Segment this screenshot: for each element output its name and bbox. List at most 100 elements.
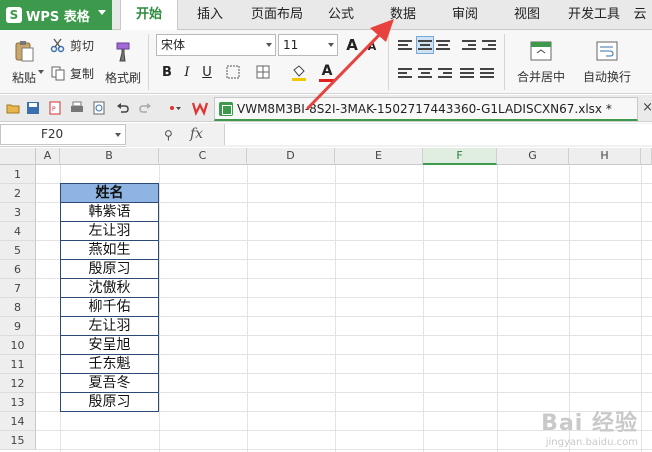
export-pdf-icon[interactable]: P [48,101,62,115]
align-bottom-button[interactable] [436,38,452,52]
border-icon [226,65,240,79]
zoom-icon[interactable]: ⚲ [164,128,173,142]
insert-function-button[interactable]: fx [190,126,203,142]
paste-button[interactable]: 粘贴 [6,34,42,90]
gridline [247,165,248,452]
name-cell[interactable]: 壬东魁 [60,355,159,374]
row-header-3[interactable]: 3 [0,203,36,222]
select-all-corner[interactable] [0,148,36,165]
name-cell[interactable]: 沈傲秋 [60,279,159,298]
close-tab-button[interactable]: × [642,100,652,115]
row-header-9[interactable]: 9 [0,317,36,336]
redo-icon[interactable] [138,101,152,115]
shrink-font-button[interactable]: A [363,38,381,56]
menu-bar: S WPS 表格 开始 插入 页面布局 公式 数据 审阅 视图 开发工具 云 [0,0,652,31]
paste-dropdown-icon[interactable] [38,70,44,74]
name-cell[interactable]: 殷原习 [60,393,159,412]
row-header-13[interactable]: 13 [0,393,36,412]
app-menu-button[interactable]: S WPS 表格 [0,0,112,30]
column-header-b[interactable]: B [60,148,159,165]
name-cell[interactable]: 柳千佑 [60,298,159,317]
merge-cells-icon [530,41,552,60]
chevron-down-icon [328,43,334,47]
watermark-url: jingyan.baidu.com [545,437,638,448]
print-icon[interactable] [70,101,84,115]
row-header-2[interactable]: 2 [0,184,36,203]
wps-home-icon[interactable] [192,100,208,116]
name-cell[interactable]: 安呈旭 [60,336,159,355]
print-preview-icon[interactable] [92,101,106,115]
italic-button[interactable]: I [178,64,196,82]
name-cell[interactable]: 燕如生 [60,241,159,260]
align-left-button[interactable] [398,66,414,80]
distribute-button[interactable] [480,66,496,80]
name-cell[interactable]: 殷原习 [60,260,159,279]
border-button[interactable] [224,64,242,82]
column-header-e[interactable]: E [335,148,423,165]
column-header-h[interactable]: H [569,148,641,165]
justify-button[interactable] [460,66,476,80]
font-color-icon: A [321,63,333,79]
cut-button[interactable]: 剪切 [50,34,100,56]
table-header-cell[interactable]: 姓名 [60,183,159,203]
row-header-6[interactable]: 6 [0,260,36,279]
app-title: WPS 表格 [26,9,90,25]
tab-developer[interactable]: 开发工具 [562,0,626,30]
underline-button[interactable]: U [198,64,216,82]
row-header-15[interactable]: 15 [0,431,36,450]
fill-color-button[interactable] [290,64,308,82]
decrease-indent-button[interactable] [462,38,478,52]
row-header-12[interactable]: 12 [0,374,36,393]
bold-button[interactable]: B [158,64,176,82]
align-top-button[interactable] [398,38,414,52]
row-header-5[interactable]: 5 [0,241,36,260]
grow-font-button[interactable]: A [343,36,361,54]
column-header-next[interactable] [641,148,652,165]
customize-toolbar-icon[interactable] [168,101,182,115]
name-cell[interactable]: 左让羽 [60,222,159,241]
tab-cloud[interactable]: 云 [628,0,652,30]
column-header-g[interactable]: G [497,148,569,165]
wrap-text-button[interactable]: 自动换行 [578,34,636,90]
align-middle-button[interactable] [416,36,434,54]
column-header-f[interactable]: F [423,148,497,165]
font-color-swatch [319,79,335,82]
wrap-text-label: 自动换行 [582,69,631,84]
column-header-a[interactable]: A [36,148,60,165]
row-header-11[interactable]: 11 [0,355,36,374]
name-cell[interactable]: 韩紫语 [60,203,159,222]
increase-indent-button[interactable] [482,38,498,52]
document-tab[interactable]: VWM8M3BI-8S2I-3MAK-1502717443360-G1LADIS… [214,97,652,121]
font-name-select[interactable]: 宋体 [156,34,276,56]
formula-input[interactable] [224,124,652,145]
font-color-button[interactable]: A [318,62,336,82]
merge-center-button[interactable]: 合并居中 [510,34,572,90]
align-right-button[interactable] [438,66,454,80]
tab-page-layout[interactable]: 页面布局 [244,0,310,30]
tab-view[interactable]: 视图 [504,0,550,30]
font-size-select[interactable]: 11 [278,34,338,56]
tab-insert[interactable]: 插入 [186,0,234,30]
name-cell[interactable]: 左让羽 [60,317,159,336]
row-header-1[interactable]: 1 [0,165,36,184]
row-header-10[interactable]: 10 [0,336,36,355]
undo-icon[interactable] [116,101,130,115]
column-header-c[interactable]: C [159,148,247,165]
tab-home[interactable]: 开始 [120,0,178,31]
format-painter-button[interactable]: 格式刷 [104,34,142,90]
open-folder-icon[interactable] [6,101,20,115]
row-header-14[interactable]: 14 [0,412,36,431]
name-box[interactable]: F20 [0,124,126,145]
align-center-button[interactable] [418,66,434,80]
save-icon[interactable] [26,101,40,115]
column-header-d[interactable]: D [247,148,335,165]
tab-formulas[interactable]: 公式 [318,0,364,30]
cell-format-button[interactable] [254,64,272,82]
tab-review[interactable]: 审阅 [442,0,488,30]
row-header-8[interactable]: 8 [0,298,36,317]
tab-data[interactable]: 数据 [380,0,426,30]
row-header-7[interactable]: 7 [0,279,36,298]
copy-button[interactable]: 复制 [50,62,100,84]
row-header-4[interactable]: 4 [0,222,36,241]
name-cell[interactable]: 夏吾冬 [60,374,159,393]
